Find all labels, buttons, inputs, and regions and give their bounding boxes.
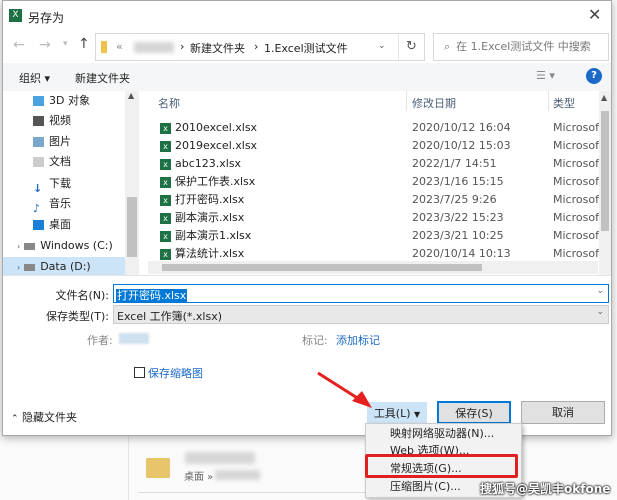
watermark: 搜狐号@吴凯丰okfone bbox=[480, 482, 611, 496]
annotation-arrow bbox=[317, 371, 372, 408]
arrow-shaft bbox=[317, 371, 363, 403]
arrow-head bbox=[352, 391, 372, 408]
